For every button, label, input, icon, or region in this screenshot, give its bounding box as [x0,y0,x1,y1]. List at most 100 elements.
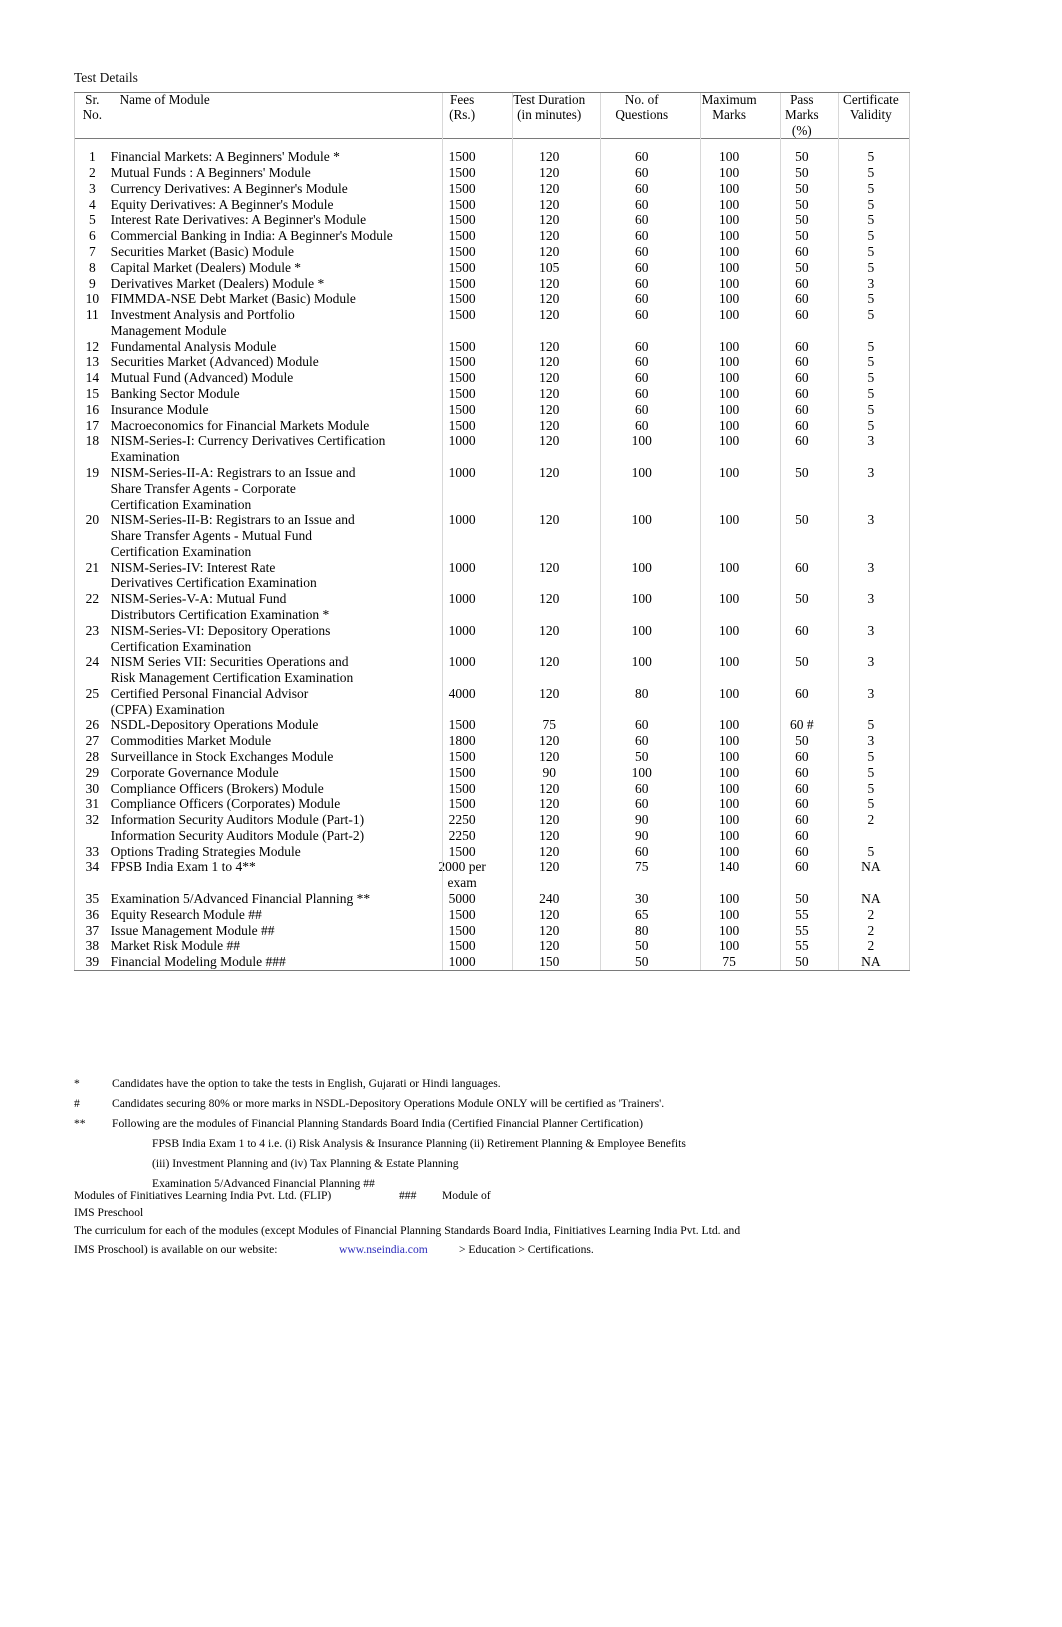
cell-fees: 1500 [448,275,476,291]
cell-questions: 100 [631,512,652,528]
cell-sr-no: 8 [88,259,96,275]
table-row: 37 Issue Management Module ## 1500 120 80 100… [74,923,910,939]
footnote-marker: * [74,1077,80,1090]
cell-sr-no: 7 [88,244,96,259]
column-header-fees: Fees (Rs.) [423,92,502,140]
cell-module-name: Market Risk Module ## [110,938,240,954]
cell-module-name: NISM-Series-II-A: Registrars to an Issue… [110,464,356,512]
cell-sr-no: 34 [85,859,100,875]
cell-duration: 120 [539,559,560,575]
cell-sr-no: 24 [85,654,100,670]
footnote-indented-line: (iii) Investment Planning and (iv) Tax P… [152,1157,459,1171]
cell-fees: 1500 [448,196,476,212]
ims-preschool-line: IMS Preschool [74,1206,144,1219]
nseindia-link[interactable]: www.nseindia.com [339,1243,428,1256]
flip-credit-line: Modules of Finitiatives Learning India P… [74,1189,974,1202]
cell-sr-no: 25 [85,685,100,701]
table-edge-rule [74,92,75,970]
cell-questions: 100 [631,464,652,480]
table-row: 22 NISM-Series-V-A: Mutual Fund Distribut… [74,591,910,623]
cell-duration: 120 [539,291,560,307]
cell-duration: 105 [539,259,560,275]
cell-sr-no: 13 [85,354,100,370]
cell-sr-no: 30 [85,780,100,796]
cell-questions: 60 [635,796,649,812]
cell-validity: 5 [867,338,875,354]
cell-sr-no: 16 [85,401,100,417]
cell-module-name: NISM-Series-II-B: Registrars to an Issue… [110,512,355,559]
cell-duration: 120 [539,433,560,449]
cell-module-name: NISM-Series-IV: Interest Rate Derivative… [110,559,317,591]
cell-module-name: Certified Personal Financial Advisor (CP… [110,685,309,717]
cell-duration: 120 [539,401,560,417]
cell-sr-no: 33 [85,843,100,859]
footnote-text: Following are the modules of Financial P… [112,1117,643,1131]
cell-duration: 120 [539,591,560,607]
table-row: 15 Banking Sector Module 1500 120 60 100 60 5 [74,386,910,402]
cell-duration: 120 [539,827,560,843]
cell-sr-no [74,828,111,844]
cell-validity: 2 [867,938,875,954]
table-row: 32 Information Security Auditors Module (… [74,812,910,828]
table-row: 9 Derivatives Market (Dealers) Module * 15… [74,276,910,292]
table-row: 36 Equity Research Module ## 1500 120 65 100 5… [74,907,910,923]
cell-duration: 120 [539,922,560,938]
table-row: 34 FPSB India Exam 1 to 4** 2000 per exam 1… [74,859,910,891]
cell-module-name: NISM-Series-VI: Depository Operations Ce… [110,622,331,654]
cell-sr-no: 26 [85,717,100,733]
table-row: 19 NISM-Series-II-A: Registrars to an Iss… [74,465,910,512]
cell-validity: 2 [867,922,875,938]
cell-sr-no: 38 [85,938,100,954]
cell-questions: 60 [635,843,649,859]
flip-segment-3: Module of [442,1189,491,1202]
cell-questions: 60 [635,165,649,181]
curriculum-line: The curriculum for each of the modules (… [74,1224,741,1237]
cell-validity: 5 [867,386,875,402]
cell-module-name: Financial Modeling Module ### [110,954,286,970]
cell-questions: 100 [631,622,652,638]
table-row: 16 Insurance Module 1500 120 60 100 60 5 [74,402,910,418]
cell-fees: 1500 [448,780,476,796]
cell-duration: 150 [539,954,560,970]
cell-fees: 5000 [448,891,476,907]
cell-module-name: FPSB India Exam 1 to 4** [110,859,256,875]
cell-module-name: Commodities Market Module [110,733,272,749]
cell-sr-no: 20 [85,512,100,528]
cell-fees: 1500 [448,338,476,354]
cell-validity: 5 [867,370,875,386]
cell-duration: 120 [539,749,560,764]
table-row: 10 FIMMDA-NSE Debt Market (Basic) Module 1… [74,291,910,307]
cell-module-name: Securities Market (Basic) Module [110,244,294,259]
cell-fees: 1000 [448,654,476,670]
column-header-duration: Test Duration (in minutes) [501,92,598,140]
cell-module-name: Corporate Governance Module [110,764,279,780]
cell-module-name: Information Security Auditors Module (Pa… [110,812,365,828]
cell-validity: 3 [867,275,875,291]
table-row: 39 Financial Modeling Module ### 1000 150 50… [74,954,910,970]
cell-sr-no: 31 [85,796,100,812]
cell-validity: 5 [867,764,875,780]
cell-module-name: Capital Market (Dealers) Module * [110,259,302,275]
cell-fees: 1500 [448,764,476,780]
cell-sr-no: 5 [88,212,96,228]
table-row: 35 Examination 5/Advanced Financial Plann… [74,891,910,907]
table-row: 2 Mutual Funds : A Beginners' Module 1500 1… [74,165,910,181]
cell-sr-no: 23 [85,622,100,638]
cell-module-name: Commercial Banking in India: A Beginner'… [110,228,393,244]
table-edge-rule [909,92,910,970]
cell-validity: 5 [867,843,875,859]
cell-validity: 5 [867,259,875,275]
cell-fees: 1500 [448,417,476,433]
cell-fees: 1500 [448,212,476,228]
cell-validity: 5 [867,244,875,259]
cell-questions: 60 [635,275,649,291]
table-row: 13 Securities Market (Advanced) Module 150… [74,354,910,370]
cell-module-name: Mutual Fund (Advanced) Module [110,370,294,386]
cell-fees: 1500 [448,401,476,417]
cell-module-name: NISM-Series-V-A: Mutual Fund Distributor… [110,591,330,622]
cell-questions: 60 [635,417,649,433]
cell-fees: 1000 [448,464,476,480]
footnote-marker: # [74,1097,80,1111]
cell-duration: 120 [539,386,560,402]
cell-sr-no: 27 [85,733,100,749]
